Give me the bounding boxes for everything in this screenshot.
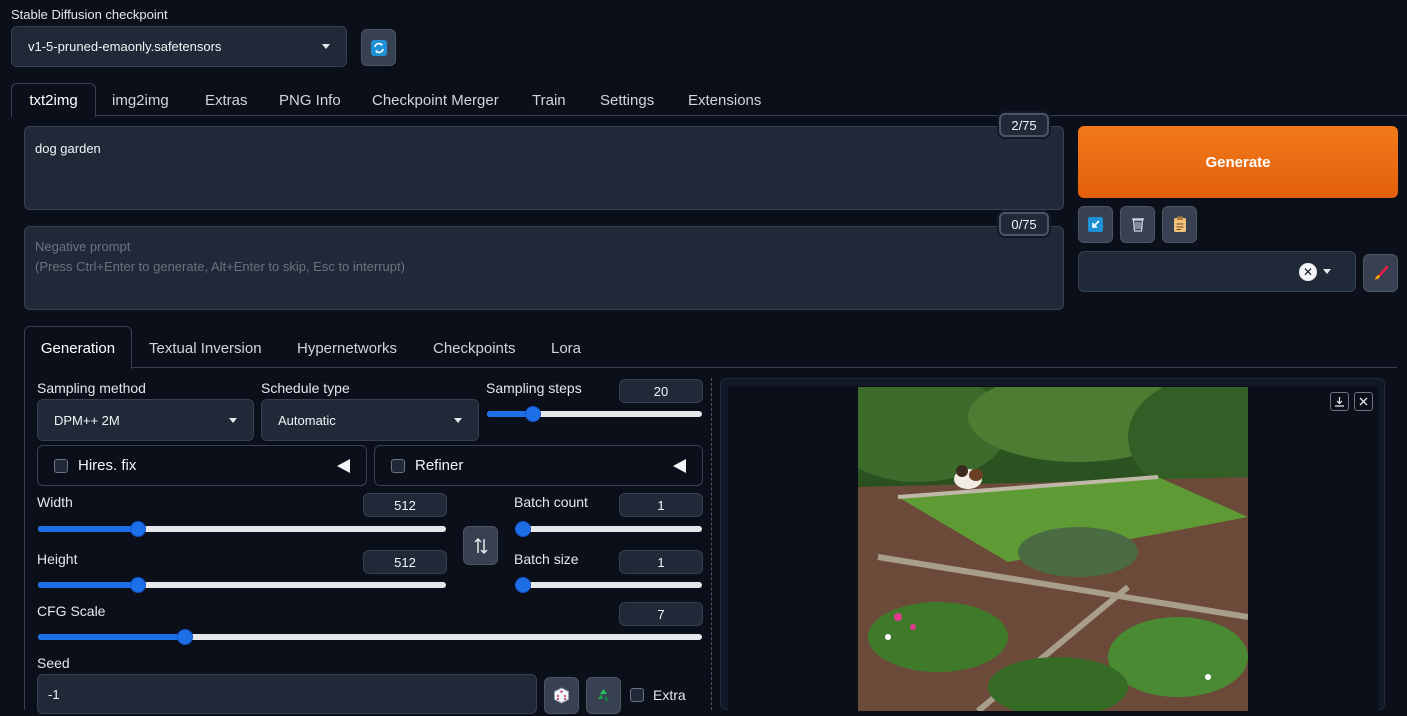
hires-fix-label: Hires. fix [78,457,137,474]
width-label: Width [37,494,73,510]
chevron-down-icon [454,417,462,423]
chevron-down-icon [229,417,237,423]
prompt-text: dog garden [35,141,101,156]
tab-generation[interactable]: Generation [24,326,132,369]
hires-fix-checkbox[interactable] [54,458,68,473]
height-input[interactable]: 512 [363,550,447,574]
reuse-seed-button[interactable] [586,677,621,714]
negative-prompt-placeholder: Negative prompt [35,239,131,254]
checkpoint-value: v1-5-pruned-emaonly.safetensors [28,39,222,54]
clipboard-icon [1173,216,1186,232]
refiner-label: Refiner [415,457,464,474]
swap-arrows-icon [473,537,488,554]
schedule-type-label: Schedule type [261,380,350,396]
seed-value: -1 [48,686,60,702]
tab-checkpoints[interactable]: Checkpoints [433,340,516,357]
cfg-scale-label: CFG Scale [37,603,106,619]
close-icon [1359,397,1368,406]
column-divider [711,378,712,710]
sampling-steps-label: Sampling steps [486,380,582,396]
tab-textual-inversion[interactable]: Textual Inversion [149,340,262,357]
tab-img2img[interactable]: img2img [112,92,169,109]
tab-txt2img[interactable]: txt2img [11,83,96,117]
output-gallery [720,378,1385,716]
swap-dimensions-button[interactable] [463,526,498,565]
tab-lora[interactable]: Lora [551,340,581,357]
checkpoint-label: Stable Diffusion checkpoint [11,7,168,22]
sub-tabs-baseline [131,367,1397,368]
negative-prompt-hint: (Press Ctrl+Enter to generate, Alt+Enter… [35,259,405,274]
batch-size-label: Batch size [514,551,579,567]
batch-count-input[interactable]: 1 [619,493,703,517]
negative-prompt-input[interactable]: Negative prompt (Press Ctrl+Enter to gen… [24,226,1064,310]
collapse-arrow-icon[interactable] [673,458,686,473]
batch-count-slider[interactable] [515,521,702,537]
cfg-scale-slider[interactable] [38,629,702,645]
generation-panel-border-left [24,368,25,710]
height-slider[interactable] [38,577,446,593]
download-image-button[interactable] [1330,392,1349,411]
schedule-type-select[interactable]: Automatic [261,399,479,441]
tab-extras[interactable]: Extras [205,92,248,109]
styles-select[interactable]: ✕ [1078,251,1356,292]
generated-image[interactable] [858,387,1248,711]
seed-input[interactable]: -1 [37,674,537,714]
tab-png-info[interactable]: PNG Info [279,92,341,109]
sampling-steps-input[interactable]: 20 [619,379,703,403]
refiner-accordion[interactable]: Refiner [374,445,703,486]
download-icon [1335,397,1344,407]
apply-styles-button[interactable] [1078,206,1113,243]
refiner-checkbox[interactable] [391,458,405,473]
chevron-down-icon [1323,269,1331,274]
tab-settings[interactable]: Settings [600,92,654,109]
clear-styles-icon[interactable]: ✕ [1299,262,1317,281]
hires-fix-accordion[interactable]: Hires. fix [37,445,367,486]
batch-size-slider[interactable] [515,577,702,593]
close-image-button[interactable] [1354,392,1373,411]
edit-styles-button[interactable] [1363,254,1398,292]
collapse-arrow-icon[interactable] [337,458,350,473]
arrow-down-left-icon [1088,217,1103,232]
main-tabs-baseline [95,115,1407,116]
paintbrush-icon [1374,265,1388,280]
height-label: Height [37,551,78,567]
chevron-down-icon [322,44,330,49]
clear-prompt-button[interactable] [1120,206,1155,243]
prompt-input[interactable]: dog garden [24,126,1064,210]
tab-extensions[interactable]: Extensions [688,92,761,109]
extra-seed-checkbox[interactable] [630,688,644,702]
refresh-checkpoint-button[interactable] [361,29,396,66]
batch-size-input[interactable]: 1 [619,550,703,574]
batch-count-label: Batch count [514,494,588,510]
extra-seed-label: Extra [653,687,686,703]
tab-checkpoint-merger[interactable]: Checkpoint Merger [372,92,499,109]
width-input[interactable]: 512 [363,493,447,517]
dice-icon [554,687,569,704]
seed-label: Seed [37,655,70,671]
recycle-icon [598,689,609,702]
cfg-scale-input[interactable]: 7 [619,602,703,626]
refresh-icon [370,39,387,56]
schedule-type-value: Automatic [278,412,336,428]
trash-icon [1131,218,1144,232]
sampling-method-value: DPM++ 2M [54,412,120,428]
generate-label: Generate [1205,153,1271,171]
paste-prompt-button[interactable] [1162,206,1197,243]
sampling-method-label: Sampling method [37,380,146,396]
sampling-method-select[interactable]: DPM++ 2M [37,399,254,441]
generate-button[interactable]: Generate [1078,126,1398,198]
negative-prompt-token-counter: 0/75 [999,212,1049,236]
checkpoint-select[interactable]: v1-5-pruned-emaonly.safetensors [11,26,347,67]
width-slider[interactable] [38,521,446,537]
random-seed-button[interactable] [544,677,579,714]
tab-hypernetworks[interactable]: Hypernetworks [297,340,397,357]
prompt-token-counter: 2/75 [999,113,1049,137]
sampling-steps-slider[interactable] [487,406,702,422]
tab-train[interactable]: Train [532,92,566,109]
